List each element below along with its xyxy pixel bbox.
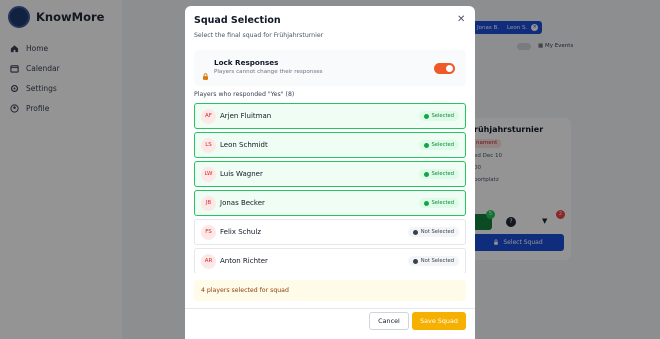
player-name: Felix Schulz <box>220 228 261 236</box>
cancel-button[interactable]: Cancel <box>369 312 409 330</box>
footer-divider <box>185 308 475 309</box>
lock-responses-description: Players cannot change their responses <box>214 69 323 75</box>
player-avatar: AR <box>201 253 216 269</box>
lock-icon <box>202 65 209 80</box>
status-badge: Selected <box>418 198 459 208</box>
save-squad-button[interactable]: Save Squad <box>412 312 466 330</box>
squad-selection-modal: Squad Selection ✕ Select the final squad… <box>185 6 475 339</box>
player-row[interactable]: LS Leon Schmidt Selected <box>194 132 466 158</box>
modal-subtitle: Select the final squad for Frühjahrsturn… <box>194 32 324 39</box>
lock-responses-title: Lock Responses <box>214 58 279 67</box>
status-badge: Selected <box>418 111 459 121</box>
toggle-knob <box>446 65 453 72</box>
lock-responses-panel: Lock Responses Players cannot change the… <box>194 50 466 86</box>
status-badge: Selected <box>418 140 459 150</box>
player-avatar: LW <box>201 166 216 182</box>
close-icon[interactable]: ✕ <box>457 14 465 25</box>
squad-summary: 4 players selected for squad <box>194 280 466 301</box>
player-name: Anton Richter <box>220 257 268 265</box>
player-row[interactable]: JB Jonas Becker Selected <box>194 190 466 216</box>
player-name: Arjen Fluitman <box>220 112 272 120</box>
players-section-label: Players who responded "Yes" (8) <box>194 91 295 98</box>
circle-icon <box>412 229 418 235</box>
circle-icon <box>412 258 418 264</box>
check-icon <box>423 200 429 206</box>
player-avatar: LS <box>201 137 216 153</box>
players-list[interactable]: AF Arjen Fluitman Selected LS Leon Schmi… <box>194 103 466 273</box>
player-row[interactable]: LW Luis Wagner Selected <box>194 161 466 187</box>
check-icon <box>423 171 429 177</box>
player-name: Luis Wagner <box>220 170 263 178</box>
player-avatar: AF <box>201 108 216 124</box>
player-row[interactable]: FS Felix Schulz Not Selected <box>194 219 466 245</box>
player-avatar: JB <box>201 195 216 211</box>
status-badge: Not Selected <box>407 227 459 237</box>
status-badge: Not Selected <box>407 256 459 266</box>
lock-responses-toggle[interactable] <box>434 63 455 74</box>
player-row[interactable]: AR Anton Richter Not Selected <box>194 248 466 273</box>
check-icon <box>423 113 429 119</box>
check-icon <box>423 142 429 148</box>
player-name: Leon Schmidt <box>220 141 268 149</box>
status-badge: Selected <box>418 169 459 179</box>
player-name: Jonas Becker <box>220 199 265 207</box>
player-avatar: FS <box>201 224 216 240</box>
player-row[interactable]: AF Arjen Fluitman Selected <box>194 103 466 129</box>
modal-title: Squad Selection <box>194 15 281 26</box>
